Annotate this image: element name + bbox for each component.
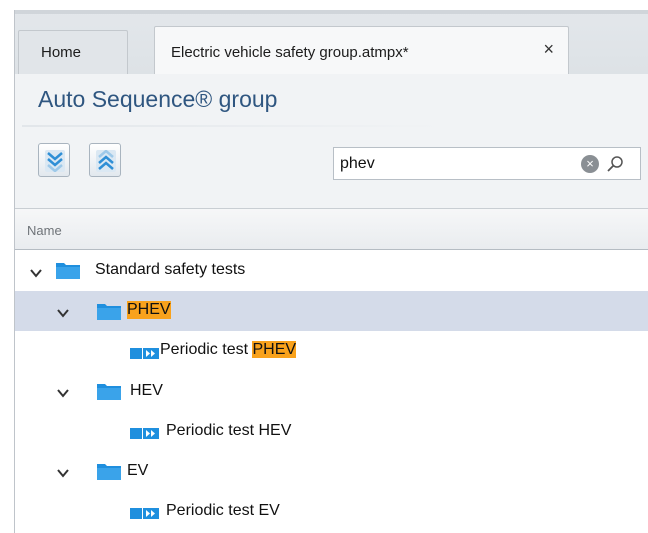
app-window: Home Electric vehicle safety group.atmpx… — [0, 0, 648, 533]
clear-search-icon[interactable]: × — [581, 155, 599, 173]
tree-row-periodic-test-ev[interactable]: Periodic test EV — [15, 491, 648, 531]
chevron-double-down-icon — [45, 150, 65, 172]
search-icon[interactable] — [605, 154, 625, 174]
tree-row-ev[interactable]: EV — [15, 451, 648, 491]
tree-row-periodic-test-phev[interactable]: Periodic test PHEV — [15, 331, 648, 371]
expand-all-button[interactable] — [38, 143, 70, 177]
folder-icon — [97, 304, 121, 320]
tree-item-label: Periodic test HEV — [166, 422, 292, 439]
auto-sequence-icon — [130, 428, 159, 439]
column-header-label: Name — [27, 223, 62, 238]
folder-icon — [56, 263, 80, 279]
folder-icon — [97, 464, 121, 480]
column-header-name[interactable]: Name — [15, 208, 648, 250]
tree-item-label: Periodic test PHEV — [160, 341, 297, 359]
chevron-down-icon[interactable] — [55, 385, 71, 401]
chevron-double-up-icon — [96, 150, 116, 172]
chevron-down-icon[interactable] — [28, 265, 44, 281]
auto-sequence-icon — [130, 348, 159, 359]
tree-item-label: Periodic test EV — [166, 502, 280, 519]
collapse-all-button[interactable] — [89, 143, 121, 177]
tab-bar-top-border — [14, 10, 648, 14]
folder-icon — [97, 384, 121, 400]
chevron-down-icon[interactable] — [55, 305, 71, 321]
tree-item-label: Standard safety tests — [95, 261, 246, 278]
page-title: Auto Sequence® group — [38, 86, 278, 112]
search-match-highlight: PHEV — [252, 341, 297, 358]
auto-sequence-icon — [130, 508, 159, 519]
search-box: × — [333, 147, 641, 180]
tree-row-root[interactable]: Standard safety tests — [15, 251, 648, 291]
tree-item-label: HEV — [130, 382, 163, 399]
chevron-down-icon[interactable] — [55, 465, 71, 481]
tree-row-phev[interactable]: PHEV — [15, 291, 648, 331]
close-icon[interactable]: × — [543, 40, 554, 58]
tree-row-periodic-test-hev[interactable]: Periodic test HEV — [15, 411, 648, 451]
tree-item-label-highlighted: PHEV — [127, 301, 171, 319]
tree-item-label: EV — [127, 462, 149, 479]
tab-home-label: Home — [41, 44, 82, 61]
tree-item-label-prefix: Periodic test — [160, 341, 253, 358]
search-input[interactable] — [340, 153, 560, 175]
title-divider — [22, 125, 442, 127]
tab-home[interactable]: Home — [18, 30, 128, 74]
tab-document[interactable]: Electric vehicle safety group.atmpx* × — [154, 26, 569, 78]
tab-document-label: Electric vehicle safety group.atmpx* — [171, 44, 409, 61]
tree-row-hev[interactable]: HEV — [15, 371, 648, 411]
